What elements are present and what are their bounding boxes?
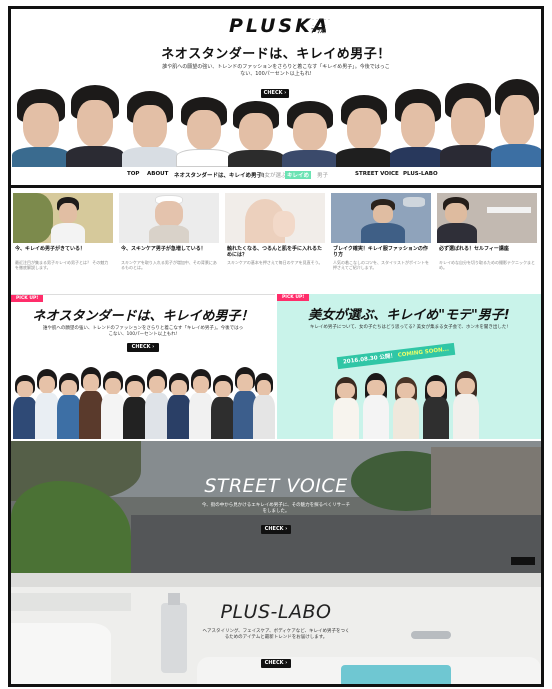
article-card[interactable]: 今、キレイめ男子がきている！ 最近注目が集まる男子キレイめ男子とは？ その魅力を… (13, 193, 113, 285)
article-desc: スキンケアを取り入れる男子が増加中、その背景にあるものとは。 (121, 260, 217, 270)
model-photo (390, 89, 446, 167)
nav-item-plus-labo[interactable]: PLUS-LABO (403, 171, 438, 177)
plus-labo-banner[interactable]: PLUS-LABO ヘアスタイリング、フェイスケア、ボディケアなど、キレイめ男子… (11, 573, 541, 684)
pickup-check-button[interactable]: CHECK (127, 343, 159, 352)
pickup-panel-neo-standard[interactable]: PICK UP! ネオスタンダードは、キレイめ男子！ 誰や肌への願望の強い、トレ… (11, 294, 275, 439)
pickup-subtitle: キレイめ男子について、女の子たちはどう思ってる? 美女が集まる女子会で、ホンネを… (309, 325, 509, 330)
article-desc: 最近注目が集まる男子キレイめ男子とは？ その魅力を徹底解説します。 (15, 260, 109, 270)
hero-title: ネオスタンダードは、キレイめ男子！ (161, 47, 391, 62)
street-voice-check-button[interactable]: CHECK (261, 525, 291, 534)
hero-image: CHECK (11, 71, 541, 167)
site-header: PLUSKA ・・・・・ ・・・・ ﾌﾟﾗｽｶ ネオスタンダードは、キレイめ男子… (11, 9, 541, 185)
model-photo (336, 95, 392, 167)
pickup-subtitle: 誰や肌への願望の強い、トレンドのファッションをさらりと着こなす「キレイめ男子」。… (42, 326, 244, 337)
nav-item-street-voice[interactable]: STREET VOICE (355, 171, 399, 177)
model-photo (66, 85, 124, 167)
plus-labo-check-button[interactable]: CHECK (261, 659, 291, 668)
article-card[interactable]: 必ず選ばれる！セルフィー講座 キレイめな自分を切り取るための撮影テクニックまとめ… (437, 193, 537, 285)
article-title: 必ず選ばれる！セルフィー講座 (439, 246, 509, 252)
site-logo-sub: ・・・・・ ・・・・ ﾌﾟﾗｽｶ (311, 17, 331, 35)
section-divider (11, 185, 541, 188)
nav-item-top[interactable]: TOP (127, 171, 139, 177)
group-photo (277, 361, 541, 439)
pickup-badge: PICK UP! (11, 295, 44, 302)
photo-credit-badge (511, 557, 535, 565)
plus-labo-subtitle: ヘアスタイリング、フェイスケア、ボディケアなど、キレイめ男子をつくるためのアイテ… (202, 629, 350, 640)
article-thumbnail (331, 193, 431, 243)
model-photo (228, 101, 284, 167)
faucet (411, 631, 451, 639)
article-thumbnail (119, 193, 219, 243)
article-card[interactable]: 触れたくなる、つるんと肌を手に入れるためには？ スキンケアの基本を押さえて毎日の… (225, 193, 325, 285)
article-thumbnail (13, 193, 113, 243)
article-desc: キレイめな自分を切り取るための撮影テクニックまとめ。 (439, 260, 535, 270)
article-desc: スキンケアの基本を押さえて毎日のケアを見直そう。 (227, 260, 323, 265)
street-voice-title: STREET VOICE (204, 475, 348, 497)
article-card[interactable]: ブレイク確実！キレイ服ファッションの作り方 人気の着こなしのコツを、スタイリスト… (331, 193, 431, 285)
model-photo (282, 101, 338, 167)
article-title: 触れたくなる、つるんと肌を手に入れるためには？ (227, 246, 323, 258)
article-title: 今、スキンケア男子が急増している！ (121, 246, 206, 252)
hero-check-button[interactable]: CHECK (261, 89, 289, 98)
pickup-badge: PICK UP! (277, 294, 310, 301)
nav-item-neo-standard[interactable]: ネオスタンダードは、キレイめ男子! (174, 171, 265, 179)
article-thumbnail (437, 193, 537, 243)
pickup-panel-bijo[interactable]: PICK UP! 美女が選ぶ、キレイめ"モテ"男子! キレイめ男子について、女の… (277, 294, 541, 439)
nav-item-bijo[interactable]: 美女が選ぶ (259, 171, 287, 179)
street-voice-subtitle: 今、街の中から見かけるエキレイめ男子に、その魅力を探るべくリサーチをしました。 (201, 503, 351, 514)
browser-page: PLUSKA ・・・・・ ・・・・ ﾌﾟﾗｽｶ ネオスタンダードは、キレイめ男子… (8, 6, 544, 687)
article-title: ブレイク確実！キレイ服ファッションの作り方 (333, 246, 428, 258)
model-photo (12, 89, 70, 167)
model-photo (176, 97, 232, 167)
model-photo (122, 91, 178, 167)
group-photo (11, 361, 275, 439)
article-card-list: 今、キレイめ男子がきている！ 最近注目が集まる男子キレイめ男子とは？ その魅力を… (13, 193, 539, 289)
nav-item-danshi[interactable]: 男子 (317, 171, 328, 179)
article-thumbnail (225, 193, 325, 243)
pickup-title: 美女が選ぶ、キレイめ"モテ"男子! (308, 308, 510, 323)
nav-item-kireime-highlight[interactable]: キレイめ (285, 171, 312, 179)
nav-item-about[interactable]: ABOUT (147, 171, 168, 177)
model-photo (490, 79, 541, 167)
global-nav: TOP ABOUT ネオスタンダードは、キレイめ男子! 美女が選ぶ キレイめ 男… (11, 169, 541, 183)
model-photo (440, 83, 496, 167)
article-card[interactable]: 今、スキンケア男子が急増している！ スキンケアを取り入れる男子が増加中、その背景… (119, 193, 219, 285)
article-title: 今、キレイめ男子がきている！ (15, 246, 86, 252)
towel (341, 665, 451, 684)
article-desc: 人気の着こなしのコツを、スタイリストがポイントを押さえてご紹介します。 (333, 260, 429, 270)
plus-labo-title: PLUS-LABO (220, 601, 332, 623)
street-voice-banner[interactable]: STREET VOICE 今、街の中から見かけるエキレイめ男子に、その魅力を探る… (11, 441, 541, 573)
pickup-title: ネオスタンダードは、キレイめ男子！ (32, 309, 254, 324)
